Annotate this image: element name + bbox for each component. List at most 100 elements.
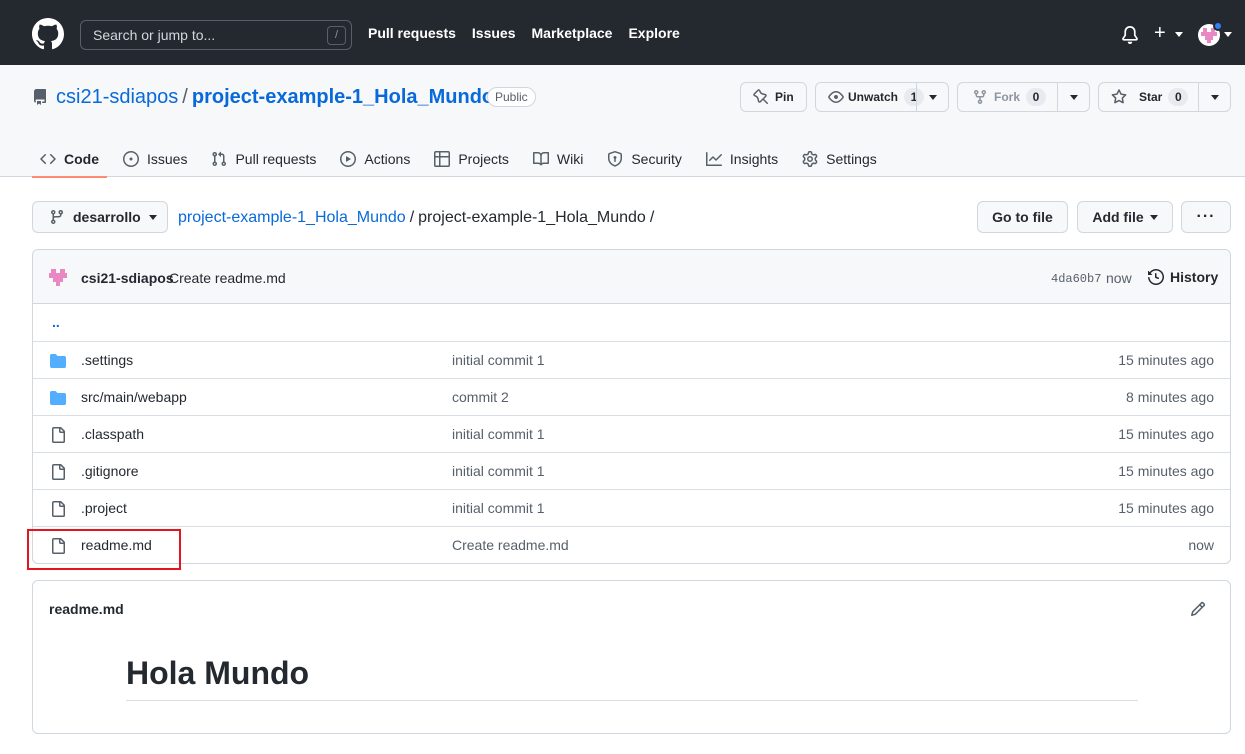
repo-icon [34, 89, 46, 105]
table-row[interactable]: src/main/webapp commit 2 8 minutes ago [33, 378, 1230, 415]
pin-icon [753, 89, 769, 105]
table-row[interactable]: .project initial commit 1 15 minutes ago [33, 489, 1230, 526]
file-icon [52, 501, 65, 517]
history-label: History [1170, 269, 1219, 285]
file-name-link[interactable]: src/main/webapp [81, 389, 187, 405]
readme-filename-link[interactable]: readme.md [49, 601, 124, 617]
fork-icon [974, 90, 986, 105]
tab-actions[interactable]: Actions [332, 141, 418, 177]
latest-commit-bar: csi21-sdiapos Create readme.md 4da60b7 n… [33, 250, 1230, 304]
commit-sha-link[interactable]: 4da60b7 [1051, 272, 1101, 286]
book-icon [532, 151, 549, 166]
fork-dropdown[interactable] [1057, 83, 1089, 111]
unwatch-dropdown[interactable] [916, 83, 948, 111]
history-link[interactable]: History [1148, 269, 1218, 285]
global-nav: Pull requests Issues Marketplace Explore [368, 0, 696, 65]
file-age: 15 minutes ago [1118, 352, 1214, 368]
file-commit-message[interactable]: initial commit 1 [452, 352, 545, 368]
parent-directory-row[interactable]: .. [33, 304, 1230, 341]
chevron-down-icon [1070, 95, 1078, 100]
github-logo-icon[interactable] [32, 18, 64, 50]
nav-pull-requests[interactable]: Pull requests [368, 25, 456, 41]
tab-issues[interactable]: Issues [115, 141, 195, 177]
table-row[interactable]: .classpath initial commit 1 15 minutes a… [33, 415, 1230, 452]
annotation-highlight-box [27, 529, 181, 570]
breadcrumb-separator: / [649, 209, 655, 226]
tab-code-label: Code [64, 151, 99, 167]
tab-insights[interactable]: Insights [698, 141, 786, 177]
unwatch-label: Unwatch [848, 90, 899, 104]
fork-label: Fork [994, 90, 1021, 104]
create-new-caret-icon[interactable] [1175, 32, 1183, 37]
play-icon [340, 151, 357, 167]
repo-title: csi21-sdiapos / project-example-1_Hola_Mun… [56, 85, 494, 109]
repo-title-separator: / [182, 86, 188, 108]
file-name-link[interactable]: .gitignore [81, 463, 139, 479]
file-age: 8 minutes ago [1126, 389, 1214, 405]
file-name-link[interactable]: .settings [81, 352, 133, 368]
file-icon [52, 464, 65, 480]
star-dropdown[interactable] [1198, 83, 1230, 111]
tab-settings[interactable]: Settings [794, 141, 885, 177]
tab-code[interactable]: Code [32, 141, 107, 178]
notification-dot-icon [1213, 21, 1223, 31]
code-icon [40, 153, 56, 165]
file-commit-message[interactable]: initial commit 1 [452, 426, 545, 442]
unwatch-button[interactable]: Unwatch 1 [815, 82, 949, 112]
nav-issues[interactable]: Issues [472, 25, 516, 41]
repo-name-link[interactable]: project-example-1_Hola_Mundo [192, 86, 494, 108]
go-to-file-button[interactable]: Go to file [977, 201, 1068, 233]
file-icon [52, 427, 65, 443]
nav-explore[interactable]: Explore [628, 25, 679, 41]
breadcrumb-current: project-example-1_Hola_Mundo [418, 209, 646, 226]
pencil-icon[interactable] [1190, 601, 1206, 617]
commit-author-link[interactable]: csi21-sdiapos [81, 270, 174, 286]
breadcrumb-root-link[interactable]: project-example-1_Hola_Mundo [178, 209, 406, 226]
file-commit-message[interactable]: initial commit 1 [452, 500, 545, 516]
file-age: 15 minutes ago [1118, 426, 1214, 442]
table-row[interactable]: .gitignore initial commit 1 15 minutes a… [33, 452, 1230, 489]
add-file-label: Add file [1092, 209, 1144, 225]
nav-marketplace[interactable]: Marketplace [532, 25, 613, 41]
global-header: / Pull requests Issues Marketplace Explo… [0, 0, 1245, 65]
table-row[interactable]: readme.md Create readme.md now [33, 526, 1230, 563]
tab-pull-requests[interactable]: Pull requests [203, 141, 324, 177]
tab-settings-label: Settings [826, 151, 877, 167]
search-input[interactable] [81, 21, 351, 49]
fork-count: 0 [1026, 88, 1047, 106]
commit-author-avatar[interactable] [48, 268, 68, 288]
file-commit-message[interactable]: commit 2 [452, 389, 509, 405]
file-age: 15 minutes ago [1118, 500, 1214, 516]
file-name-link[interactable]: .project [81, 500, 127, 516]
branch-name: desarrollo [73, 209, 141, 225]
file-commit-message[interactable]: initial commit 1 [452, 463, 545, 479]
pin-label: Pin [775, 90, 794, 104]
readme-heading: Hola Mundo [126, 653, 1138, 701]
fork-button[interactable]: Fork 0 [957, 82, 1090, 112]
tab-issues-label: Issues [147, 151, 188, 167]
parent-directory-link[interactable]: .. [52, 314, 60, 330]
pin-button[interactable]: Pin [740, 82, 807, 112]
tab-wiki[interactable]: Wiki [525, 141, 591, 177]
notification-bell-icon[interactable] [1121, 26, 1139, 44]
kebab-icon: ··· [1196, 208, 1216, 225]
pull-request-icon [212, 151, 227, 167]
issue-icon [123, 151, 139, 167]
commit-message-link[interactable]: Create readme.md [169, 270, 286, 286]
tab-security[interactable]: Security [599, 141, 690, 177]
table-row[interactable]: .settings initial commit 1 15 minutes ag… [33, 341, 1230, 378]
tab-projects[interactable]: Projects [426, 141, 517, 177]
star-button[interactable]: Star 0 [1098, 82, 1231, 112]
chevron-down-icon [1211, 95, 1219, 100]
more-options-button[interactable]: ··· [1181, 201, 1231, 233]
user-menu-caret-icon[interactable] [1224, 32, 1232, 37]
breadcrumb: project-example-1_Hola_Mundo / project-exa… [178, 208, 658, 228]
file-commit-message[interactable]: Create readme.md [452, 537, 569, 553]
repo-owner-link[interactable]: csi21-sdiapos [56, 86, 178, 108]
shield-icon [608, 151, 623, 167]
branch-selector[interactable]: desarrollo [32, 201, 168, 233]
create-new-plus-icon[interactable]: + [1154, 22, 1166, 44]
global-search[interactable]: / [80, 20, 352, 50]
file-name-link[interactable]: .classpath [81, 426, 144, 442]
add-file-button[interactable]: Add file [1077, 201, 1173, 233]
